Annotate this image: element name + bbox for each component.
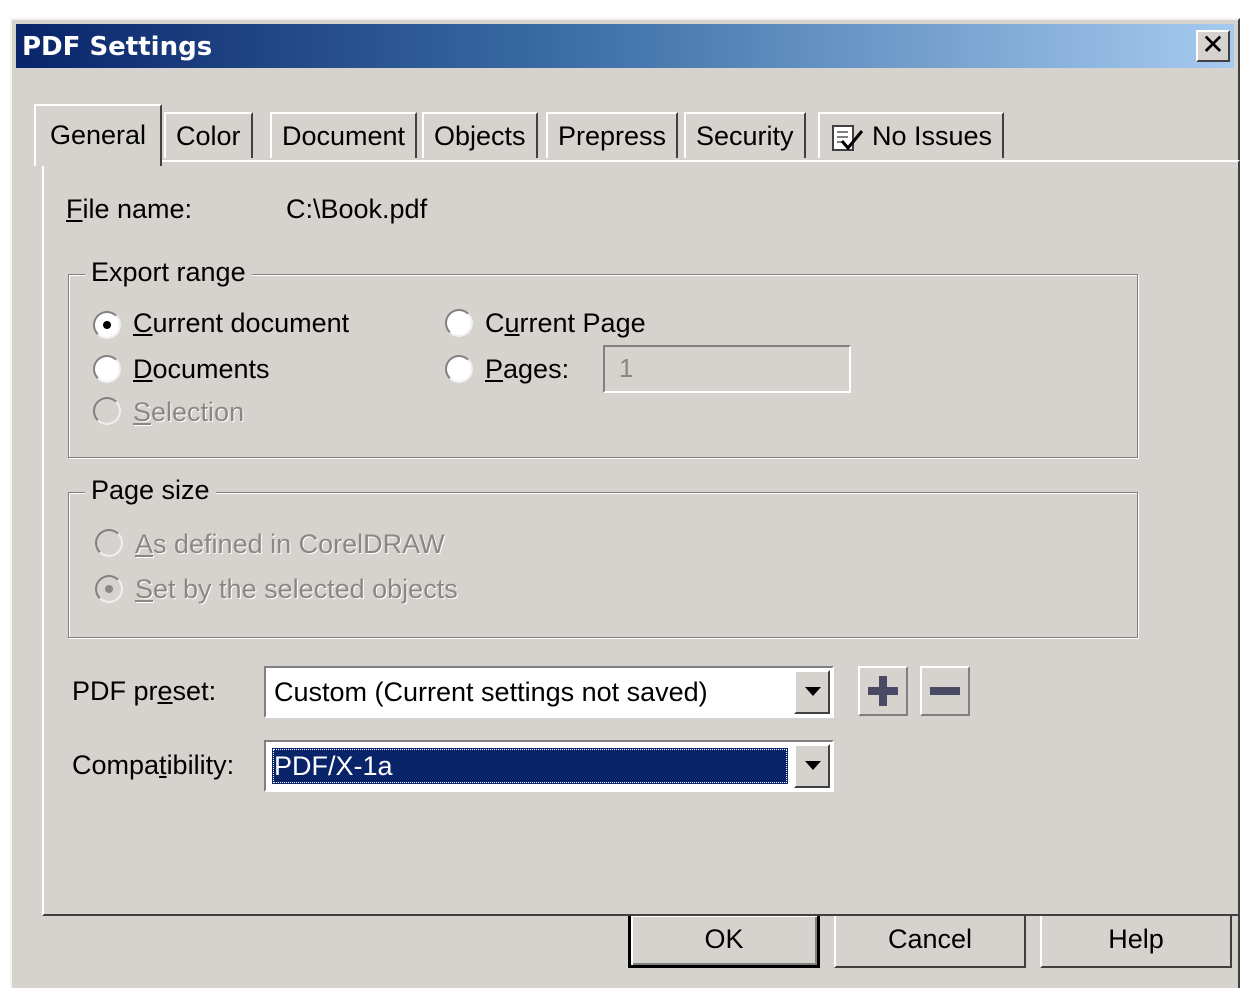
tab-label: Color: [176, 121, 241, 151]
tab-label: Document: [282, 121, 406, 151]
plus-icon: [868, 676, 898, 706]
cancel-button[interactable]: Cancel: [834, 912, 1026, 968]
tab-security[interactable]: Security: [684, 112, 806, 158]
chevron-down-icon[interactable]: [794, 744, 830, 788]
as-defined-label: As defined in CorelDRAW: [135, 529, 445, 559]
file-name-value: C:\Book.pdf: [286, 194, 428, 224]
compatibility-value: PDF/X-1a: [272, 748, 788, 784]
file-name-label: File name:: [66, 194, 193, 224]
pdf-settings-dialog: PDF Settings ✕ General Color Document Ob…: [10, 18, 1240, 988]
page-size-group: Page size As defined in CorelDRAW Set by…: [68, 475, 1138, 638]
compatibility-label: Compatibility:: [72, 750, 235, 780]
tab-label: General: [50, 120, 147, 150]
current-document-radio[interactable]: [93, 311, 121, 339]
tab-prepress[interactable]: Prepress: [546, 112, 679, 158]
current-page-label[interactable]: Current Page: [485, 308, 646, 339]
pages-label[interactable]: Pages:: [485, 354, 569, 385]
pdf-preset-value: Custom (Current settings not saved): [274, 677, 708, 707]
help-button[interactable]: Help: [1040, 912, 1232, 968]
export-range-legend: Export range: [85, 257, 252, 288]
window-title: PDF Settings: [22, 32, 213, 62]
current-document-label[interactable]: Current document: [133, 308, 349, 339]
selection-label: Selection: [133, 397, 245, 427]
as-defined-radio: [95, 529, 123, 557]
documents-label[interactable]: Documents: [133, 354, 270, 385]
tab-label: Objects: [434, 121, 526, 151]
tab-general[interactable]: General: [34, 104, 163, 166]
page-size-legend: Page size: [85, 475, 216, 506]
title-bar[interactable]: PDF Settings ✕: [16, 24, 1234, 68]
tab-objects[interactable]: Objects: [422, 112, 538, 158]
pdf-preset-select[interactable]: Custom (Current settings not saved): [264, 666, 834, 718]
pages-input[interactable]: 1: [603, 345, 851, 393]
close-icon: ✕: [1201, 29, 1225, 60]
chevron-down-icon[interactable]: [794, 670, 830, 714]
pages-radio[interactable]: [445, 355, 473, 383]
compatibility-select[interactable]: PDF/X-1a: [264, 740, 834, 792]
selection-radio: [93, 397, 121, 425]
close-button[interactable]: ✕: [1196, 30, 1230, 62]
current-page-radio[interactable]: [445, 309, 473, 337]
tab-label: Prepress: [558, 121, 667, 151]
ok-button[interactable]: OK: [628, 912, 820, 968]
minus-icon: [930, 687, 960, 695]
checklist-icon: [832, 124, 864, 151]
tab-label: No Issues: [872, 121, 993, 151]
documents-radio[interactable]: [93, 355, 121, 383]
tab-label: Security: [696, 121, 794, 151]
tab-no-issues[interactable]: No Issues: [818, 112, 1005, 158]
tab-document[interactable]: Document: [270, 112, 418, 158]
set-by-selected-radio: [95, 575, 123, 603]
export-range-group: Export range Current document Current Pa…: [68, 257, 1138, 458]
remove-preset-button[interactable]: [920, 666, 970, 716]
tab-color[interactable]: Color: [164, 112, 253, 158]
add-preset-button[interactable]: [858, 666, 908, 716]
pdf-preset-label: PDF preset:: [72, 676, 217, 706]
set-by-selected-label: Set by the selected objects: [135, 574, 458, 604]
general-tab-panel: File name: C:\Book.pdf Export range Curr…: [42, 160, 1240, 916]
